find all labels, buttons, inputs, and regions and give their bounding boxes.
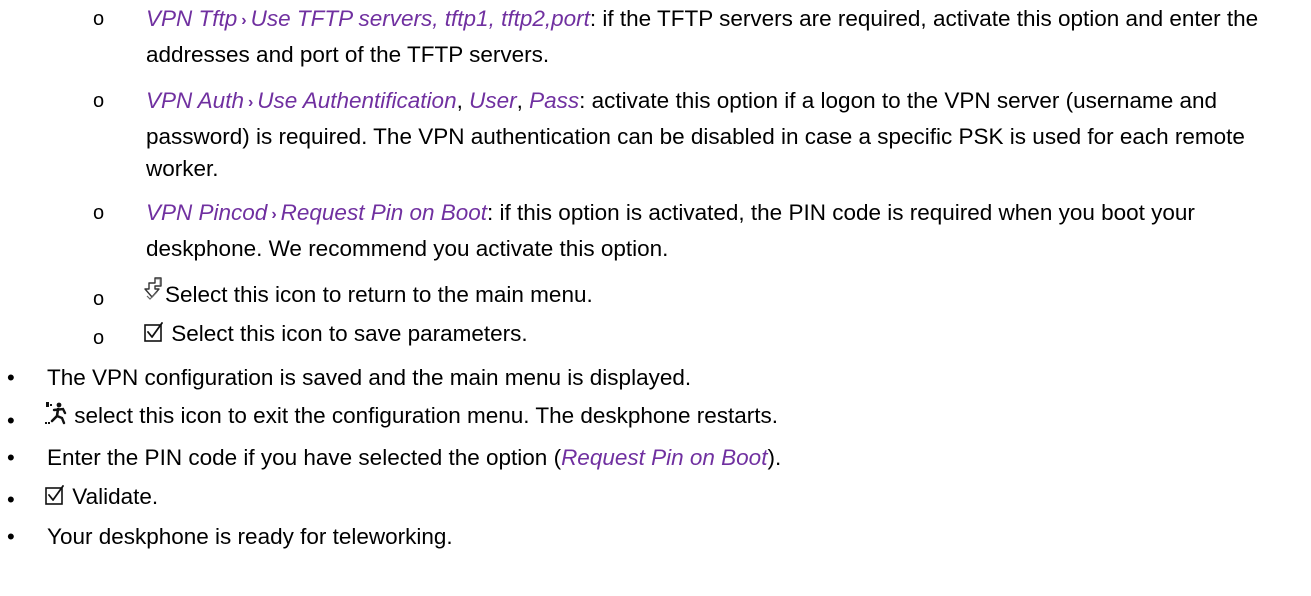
comma-separator: , bbox=[516, 88, 530, 113]
bullet-marker: • bbox=[7, 445, 15, 470]
bullet-text: select this icon to exit the configurati… bbox=[44, 400, 1299, 433]
sub-bullet-marker: o bbox=[93, 327, 105, 349]
document-page: o VPN Tftp › Use TFTP servers, tftp1, tftp… bbox=[0, 0, 1311, 596]
menu-path-pass: Pass bbox=[529, 88, 580, 113]
sub-item-text: VPN Auth › Use Authentification, User, Pas… bbox=[146, 85, 1306, 186]
sub-bullet-marker: o bbox=[93, 202, 105, 224]
bullet-marker: • bbox=[7, 524, 15, 549]
bullet-marker: • bbox=[7, 365, 15, 390]
sub-item-text: Select this icon to return to the main m… bbox=[143, 276, 1303, 312]
bullet-text-prefix: Enter the PIN code if you have selected … bbox=[47, 445, 562, 470]
menu-path-vpn-pincod: VPN Pincod bbox=[146, 200, 268, 225]
bullet-text: Enter the PIN code if you have selected … bbox=[47, 442, 1302, 475]
checkbox-validate-icon bbox=[143, 322, 165, 344]
path-separator: › bbox=[271, 206, 277, 223]
sub-item-text: Select this icon to save parameters. bbox=[143, 318, 1303, 351]
path-separator: › bbox=[241, 12, 247, 29]
sub-item-text: VPN Pincod › Request Pin on Boot: if this … bbox=[146, 197, 1306, 265]
exit-running-man-icon bbox=[44, 400, 68, 426]
sub-bullet-marker: o bbox=[93, 90, 105, 112]
bullet-marker: • bbox=[7, 408, 15, 433]
bullet-description: Validate. bbox=[66, 484, 159, 509]
bullet-text: Validate. bbox=[44, 481, 1299, 514]
menu-path-vpn-auth: VPN Auth bbox=[146, 88, 244, 113]
sub-bullet-marker: o bbox=[93, 288, 105, 310]
return-arrow-icon bbox=[143, 276, 165, 302]
menu-path-request-pin-on-boot: Request Pin on Boot bbox=[280, 200, 488, 225]
path-separator: › bbox=[247, 94, 254, 111]
menu-path-vpn-tftp: VPN Tftp bbox=[146, 6, 238, 31]
bullet-marker: • bbox=[7, 487, 15, 512]
menu-path-user: User bbox=[469, 88, 517, 113]
comma-separator: , bbox=[456, 88, 470, 113]
menu-path-request-pin-on-boot: Request Pin on Boot bbox=[561, 445, 768, 470]
menu-path-use-authentification: Use Authentification bbox=[257, 88, 457, 113]
menu-path-use-tftp-servers: Use TFTP servers, tftp1, tftp2,port bbox=[250, 6, 590, 31]
bullet-description: select this icon to exit the configurati… bbox=[68, 403, 778, 428]
sub-item-description: Select this icon to save parameters. bbox=[165, 321, 528, 346]
bullet-text: Your deskphone is ready for teleworking. bbox=[47, 524, 453, 549]
bullet-text-suffix: ). bbox=[767, 445, 782, 470]
sub-item-text: VPN Tftp › Use TFTP servers, tftp1, tftp2,… bbox=[146, 3, 1306, 71]
sub-bullet-marker: o bbox=[93, 8, 105, 30]
checkbox-validate-icon bbox=[44, 485, 66, 507]
sub-item-description: Select this icon to return to the main m… bbox=[165, 282, 593, 307]
bullet-text: The VPN configuration is saved and the m… bbox=[47, 365, 692, 390]
